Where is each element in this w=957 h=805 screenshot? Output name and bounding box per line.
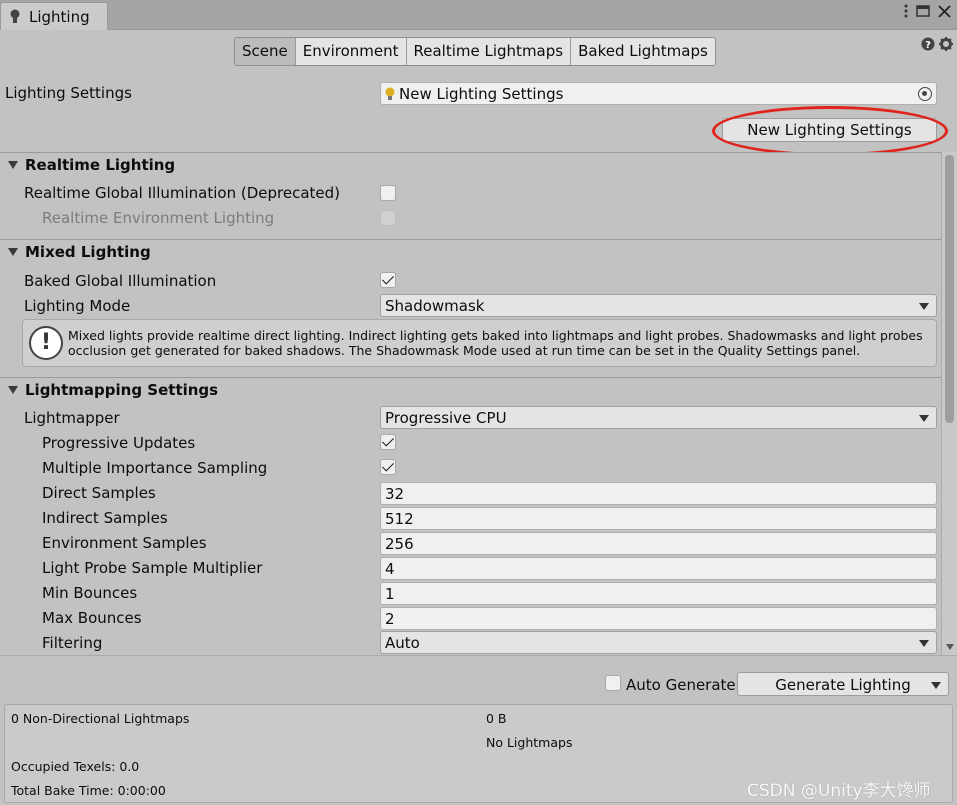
dropdown-arrow-icon[interactable] [931, 682, 941, 689]
window-tab-title: Lighting [29, 8, 90, 26]
max-bounces-field[interactable]: 2 [380, 607, 937, 630]
help-icon[interactable]: ? [921, 37, 935, 55]
realtime-gi-label: Realtime Global Illumination (Deprecated… [24, 184, 340, 202]
checkmark-icon [381, 272, 395, 285]
warning-exclamation-icon: ! [29, 326, 63, 360]
lighting-tabs: Scene Environment Realtime Lightmaps Bak… [234, 37, 716, 66]
help-message: Mixed lights provide realtime direct lig… [68, 328, 928, 358]
indirect-samples-value: 512 [385, 510, 414, 528]
window-tab-lighting[interactable]: Lighting [0, 2, 108, 30]
generate-lighting-button[interactable]: Generate Lighting [737, 672, 949, 696]
auto-generate-checkbox[interactable] [605, 675, 621, 691]
close-icon[interactable] [938, 4, 951, 22]
lighting-mode-dropdown[interactable]: Shadowmask [380, 294, 937, 317]
watermark: CSDN @Unity李大馋师 [747, 781, 931, 801]
foldout-arrow-icon[interactable] [8, 161, 18, 169]
occupied-texels: Occupied Texels: 0.0 [11, 759, 140, 774]
total-bake-time: Total Bake Time: 0:00:00 [11, 783, 166, 798]
tab-environment[interactable]: Environment [295, 38, 407, 65]
scroll-down-arrow-icon[interactable] [946, 644, 954, 650]
light-probe-multiplier-label: Light Probe Sample Multiplier [42, 559, 263, 577]
min-bounces-field[interactable]: 1 [380, 582, 937, 605]
realtime-env-lighting-label: Realtime Environment Lighting [42, 209, 275, 227]
environment-samples-label: Environment Samples [42, 534, 207, 552]
section-title: Mixed Lighting [25, 243, 151, 261]
maximize-icon[interactable] [916, 5, 930, 21]
indirect-samples-label: Indirect Samples [42, 509, 168, 527]
object-picker-icon[interactable] [918, 87, 932, 101]
scrollbar-thumb[interactable] [945, 155, 954, 423]
min-bounces-value: 1 [385, 585, 395, 603]
max-bounces-value: 2 [385, 610, 395, 628]
lighting-settings-label: Lighting Settings [5, 84, 132, 102]
tab-realtime-lightmaps[interactable]: Realtime Lightmaps [406, 38, 572, 65]
lightmapper-value: Progressive CPU [385, 409, 507, 427]
no-lightmaps-text: No Lightmaps [486, 735, 573, 750]
realtime-gi-checkbox[interactable] [380, 185, 396, 201]
section-lightmapping-settings[interactable]: Lightmapping Settings [0, 377, 941, 403]
lighting-mode-label: Lighting Mode [24, 297, 131, 315]
section-title: Lightmapping Settings [25, 381, 219, 399]
mixed-lighting-help-box: ! Mixed lights provide realtime direct l… [22, 319, 937, 367]
footer-divider [0, 655, 957, 656]
direct-samples-field[interactable]: 32 [380, 482, 937, 505]
lighting-mode-value: Shadowmask [385, 297, 485, 315]
vertical-scrollbar[interactable] [941, 152, 957, 655]
kebab-menu-icon[interactable] [904, 4, 908, 22]
environment-samples-field[interactable]: 256 [380, 532, 937, 555]
environment-samples-value: 256 [385, 535, 414, 553]
dropdown-arrow-icon [919, 303, 929, 310]
filtering-dropdown[interactable]: Auto [380, 631, 937, 654]
tab-scene[interactable]: Scene [235, 38, 296, 65]
min-bounces-label: Min Bounces [42, 584, 138, 602]
section-mixed-lighting[interactable]: Mixed Lighting [0, 239, 941, 265]
svg-text:?: ? [925, 40, 931, 51]
mis-label: Multiple Importance Sampling [42, 459, 268, 477]
filtering-value: Auto [385, 634, 420, 652]
progressive-updates-checkbox[interactable] [380, 434, 396, 450]
lightmapper-label: Lightmapper [24, 409, 120, 427]
checkmark-icon [381, 459, 395, 472]
baked-gi-checkbox[interactable] [380, 272, 396, 288]
baked-gi-label: Baked Global Illumination [24, 272, 217, 290]
lightmapper-dropdown[interactable]: Progressive CPU [380, 406, 937, 429]
auto-generate-label: Auto Generate [626, 676, 736, 694]
section-realtime-lighting[interactable]: Realtime Lighting [0, 152, 941, 178]
lighting-settings-asset-icon [385, 87, 395, 100]
tab-baked-lightmaps[interactable]: Baked Lightmaps [571, 38, 715, 65]
lighting-settings-value: New Lighting Settings [399, 85, 564, 103]
mis-checkbox[interactable] [380, 459, 396, 475]
lightbulb-icon [10, 9, 20, 23]
help-message-line: Mixed lights provide realtime direct lig… [68, 328, 923, 343]
dropdown-arrow-icon [919, 640, 929, 647]
lighting-settings-field[interactable]: New Lighting Settings [380, 82, 937, 105]
progressive-updates-label: Progressive Updates [42, 434, 196, 452]
checkmark-icon [381, 434, 395, 447]
dropdown-arrow-icon [919, 415, 929, 422]
realtime-env-lighting-checkbox [380, 210, 396, 226]
section-title: Realtime Lighting [25, 156, 176, 174]
generate-lighting-label: Generate Lighting [775, 676, 911, 694]
light-probe-multiplier-value: 4 [385, 560, 395, 578]
light-probe-multiplier-field[interactable]: 4 [380, 557, 937, 580]
foldout-arrow-icon[interactable] [8, 386, 18, 394]
direct-samples-label: Direct Samples [42, 484, 156, 502]
window-tab-bar: Lighting [0, 0, 957, 30]
direct-samples-value: 32 [385, 485, 405, 503]
new-lighting-settings-button[interactable]: New Lighting Settings [722, 118, 937, 142]
settings-gear-icon[interactable] [939, 37, 953, 55]
lightmap-size: 0 B [486, 711, 507, 726]
max-bounces-label: Max Bounces [42, 609, 142, 627]
lightmap-count: 0 Non-Directional Lightmaps [11, 711, 190, 726]
help-message-line: occlusion get generated for baked shadow… [68, 343, 861, 358]
indirect-samples-field[interactable]: 512 [380, 507, 937, 530]
foldout-arrow-icon[interactable] [8, 248, 18, 256]
filtering-label: Filtering [42, 634, 103, 652]
